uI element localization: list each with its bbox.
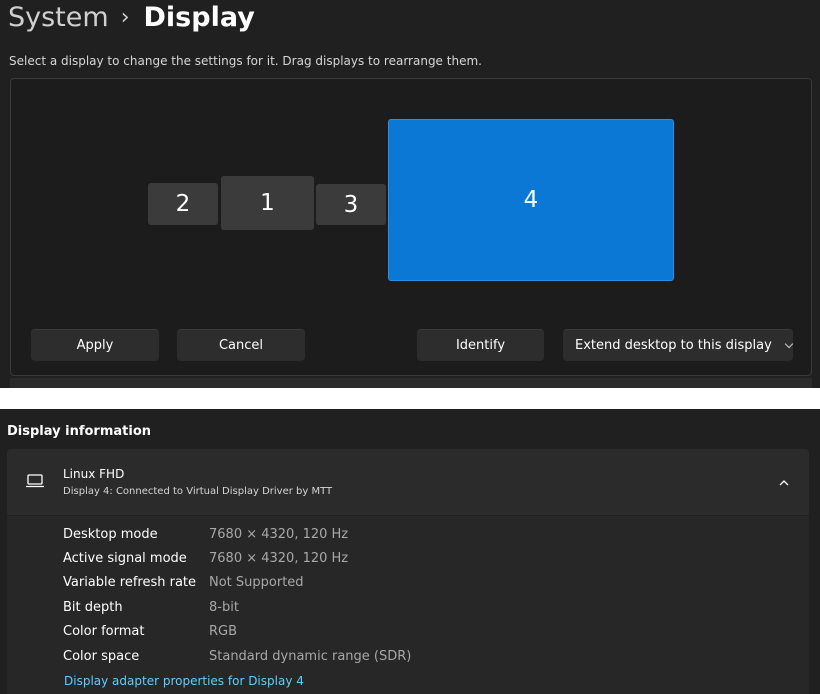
breadcrumb-separator: › bbox=[120, 5, 130, 30]
monitor-1[interactable]: 1 bbox=[221, 176, 314, 230]
info-value: 7680 × 4320, 120 Hz bbox=[209, 551, 349, 566]
identify-button[interactable]: Identify bbox=[417, 329, 544, 361]
breadcrumb-system[interactable]: System bbox=[8, 2, 109, 33]
display-arrangement-area: 2 1 3 4 Apply Cancel Identify Extend des… bbox=[10, 78, 812, 376]
info-label: Color space bbox=[63, 649, 140, 664]
display-connection-info: Display 4: Connected to Virtual Display … bbox=[63, 486, 333, 497]
page-title: System › Display bbox=[8, 0, 255, 38]
display-info-details: Desktop mode 7680 × 4320, 120 Hz Active … bbox=[7, 516, 809, 694]
chevron-up-icon[interactable] bbox=[775, 475, 793, 491]
dropdown-value: Extend desktop to this display bbox=[575, 338, 772, 353]
info-value: 8-bit bbox=[209, 600, 239, 615]
display-info-card-header[interactable]: Linux FHD Display 4: Connected to Virtua… bbox=[7, 449, 809, 515]
section-title-display-information: Display information bbox=[7, 424, 152, 439]
cancel-button[interactable]: Cancel bbox=[177, 329, 305, 361]
info-value: RGB bbox=[209, 624, 238, 639]
display-arrangement-pane: System › Display Select a display to chang… bbox=[0, 0, 820, 388]
info-value: Standard dynamic range (SDR) bbox=[209, 649, 412, 664]
arrangement-instructions: Select a display to change the settings … bbox=[9, 54, 482, 68]
info-label: Bit depth bbox=[63, 600, 123, 615]
multiple-displays-dropdown[interactable]: Extend desktop to this display bbox=[563, 329, 794, 361]
monitor-3[interactable]: 3 bbox=[316, 184, 386, 225]
laptop-icon bbox=[25, 473, 45, 488]
apply-button[interactable]: Apply bbox=[31, 329, 159, 361]
monitor-4-selected[interactable]: 4 bbox=[388, 119, 674, 281]
breadcrumb-current: Display bbox=[143, 2, 255, 33]
info-value: Not Supported bbox=[209, 575, 304, 590]
info-label: Variable refresh rate bbox=[63, 575, 197, 590]
next-setting-edge bbox=[10, 378, 812, 388]
chevron-down-icon bbox=[784, 339, 794, 348]
info-label: Color format bbox=[63, 624, 145, 639]
info-value: 7680 × 4320, 120 Hz bbox=[209, 527, 349, 542]
monitor-2[interactable]: 2 bbox=[148, 183, 218, 225]
info-label: Active signal mode bbox=[63, 551, 187, 566]
display-name: Linux FHD bbox=[63, 467, 125, 481]
display-adapter-properties-link[interactable]: Display adapter properties for Display 4 bbox=[64, 674, 304, 688]
info-label: Desktop mode bbox=[63, 527, 158, 542]
